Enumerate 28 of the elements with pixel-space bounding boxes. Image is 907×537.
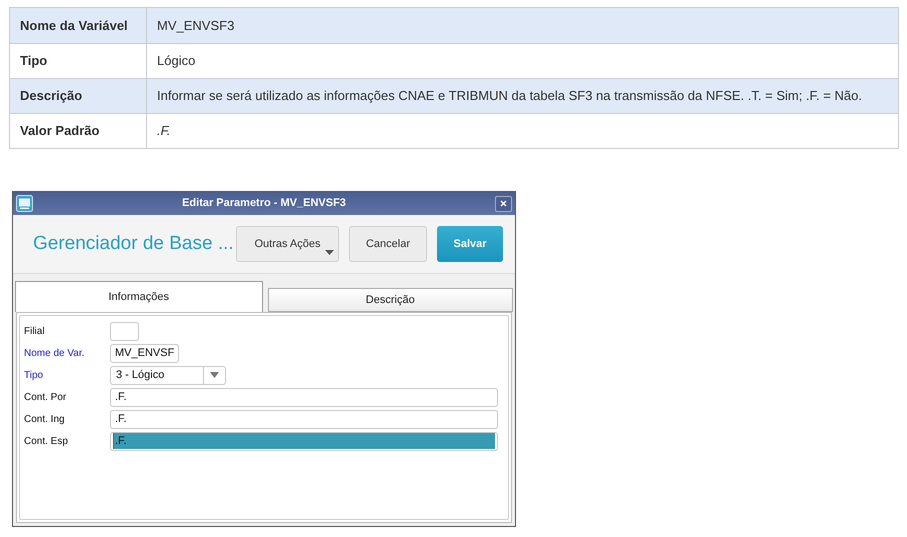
more-actions-button[interactable]: Outras Ações <box>236 226 339 262</box>
field-label: Nome de Var. <box>24 346 86 360</box>
input-field[interactable]: MV_ENVSF <box>110 344 179 362</box>
close-button[interactable] <box>495 196 512 212</box>
input-field[interactable]: .F. <box>110 388 498 406</box>
window-icon <box>16 195 33 212</box>
row-value: Informar se será utilizado as informações CNAE e TRIBMUN da tabela SF3 na transmissão da NFSE. .T. = Sim; .F. = Não. <box>156 87 863 106</box>
window-title: Editar Parametro - MV_ENVSF3 <box>181 196 347 212</box>
row-value: MV_ENVSF3 <box>156 16 236 35</box>
close-icon <box>500 200 507 207</box>
field-label: Cont. Por <box>24 390 68 404</box>
tab[interactable]: Descrição <box>268 288 513 312</box>
field-label: Filial <box>24 324 46 338</box>
app-heading: Gerenciador de Base ... <box>33 232 235 256</box>
row-value: Lógico <box>156 52 196 70</box>
cancel-button[interactable]: Cancelar <box>349 226 427 262</box>
input-field[interactable] <box>110 322 139 340</box>
caret-icon <box>325 250 334 255</box>
field-label: Cont. Esp <box>24 434 69 448</box>
row-label: Valor Padrão <box>10 114 147 148</box>
row-value: .F. <box>156 122 172 140</box>
input-field[interactable]: .F. <box>110 432 498 450</box>
tab[interactable]: Informações <box>15 281 262 312</box>
field-label: Tipo <box>24 368 44 382</box>
dropdown-arrow-icon <box>210 372 219 378</box>
type-dropdown[interactable]: 3 - Lógico <box>110 366 226 384</box>
input-field[interactable]: .F. <box>110 410 498 428</box>
field-label: Cont. Ing <box>24 412 66 426</box>
